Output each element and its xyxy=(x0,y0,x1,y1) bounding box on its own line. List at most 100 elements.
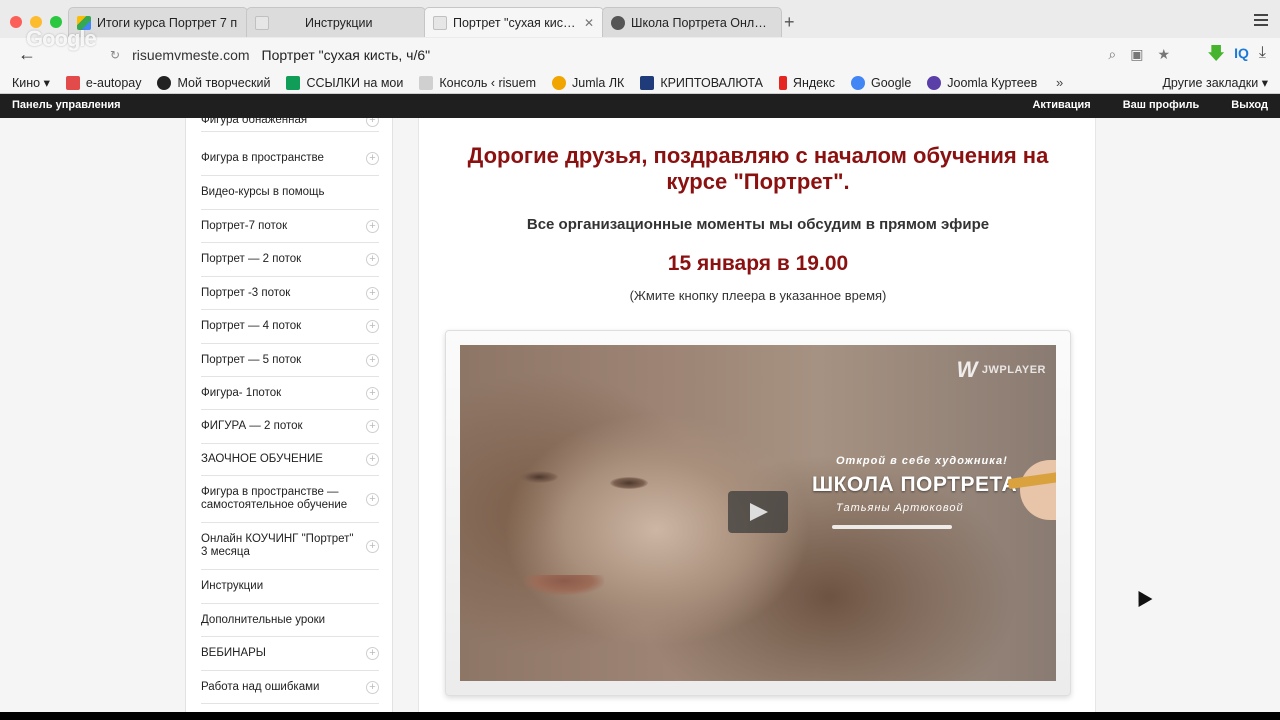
sidebar-item-label: Портрет -3 поток xyxy=(201,286,291,299)
sidebar-item[interactable]: Фигура в пространстве — самостоятельное … xyxy=(201,476,379,523)
tabs-menu-icon[interactable] xyxy=(1254,14,1268,26)
sidebar-item[interactable]: ВЕБИНАРЫ + xyxy=(201,637,379,671)
bookmark-item[interactable]: Joomla Куртеев xyxy=(927,75,1037,90)
tab-2[interactable]: Инструкции xyxy=(246,7,426,37)
bookmark-favicon-icon xyxy=(419,75,434,90)
jwplayer-logo: W JWPLAYER xyxy=(956,357,1046,382)
sidebar-item-label: Фигура в пространстве — самостоятельное … xyxy=(201,486,348,511)
sidebar-item-label: Фигура в пространстве xyxy=(201,152,324,164)
bookmark-item[interactable]: Консоль ‹ risuem xyxy=(419,75,536,90)
portrait-eye xyxy=(520,471,558,483)
sidebar-item[interactable]: ЗАОЧНОЕ ОБУЧЕНИЕ + xyxy=(201,444,379,476)
expand-plus-icon[interactable]: + xyxy=(366,152,379,165)
bookmark-item[interactable]: Яндекс xyxy=(778,75,835,90)
logout-link[interactable]: Выход xyxy=(1231,99,1268,111)
sidebar-item[interactable]: Портрет-7 поток + xyxy=(201,210,379,243)
page-body: Фигура обнаженная + Фигура в пространстве +… xyxy=(0,118,1280,712)
bookmark-item[interactable]: Мой творческий xyxy=(157,75,270,90)
site-favicon-icon xyxy=(611,15,625,30)
expand-plus-icon[interactable]: + xyxy=(366,253,379,266)
expand-plus-icon[interactable]: + xyxy=(366,492,379,506)
sidebar-item-label: Портрет — 2 поток xyxy=(201,253,302,265)
sidebar-item[interactable]: Портрет -3 поток + xyxy=(201,277,379,310)
expand-plus-icon[interactable]: + xyxy=(366,386,379,400)
other-bookmarks-button[interactable]: Другие закладки ▾ xyxy=(1162,75,1268,90)
sidebar-item[interactable]: Работа над ошибками + xyxy=(201,671,379,704)
expand-plus-icon[interactable]: + xyxy=(366,539,379,553)
site-favicon-icon xyxy=(433,15,447,30)
more-bookmarks-button[interactable]: » xyxy=(1056,75,1063,90)
sidebar-item[interactable]: Портрет — 4 поток + xyxy=(201,310,379,344)
close-tab-icon[interactable]: ✕ xyxy=(583,16,595,30)
main-content: Дорогие друзья, поздравляю с началом обу… xyxy=(418,118,1096,712)
expand-plus-icon[interactable]: + xyxy=(366,219,379,233)
url-title: Портрет "сухая кисть, ч/6" xyxy=(261,47,431,63)
extension-icon[interactable]: ▣ xyxy=(1130,46,1143,63)
expand-plus-icon[interactable]: + xyxy=(366,353,379,367)
expand-plus-icon[interactable]: + xyxy=(366,420,379,433)
sidebar-item[interactable]: Дополнительные уроки xyxy=(201,604,379,637)
sidebar-item[interactable]: Портрет — 5 поток + xyxy=(201,344,379,377)
downloader-extension-icon[interactable] xyxy=(1208,45,1225,61)
sidebar-item-label: ВЕБИНАРЫ xyxy=(201,647,266,659)
extension-bar: IQ ⤓ xyxy=(1208,44,1266,62)
sidebar-item[interactable]: Фигура- 1поток + xyxy=(201,377,379,410)
sidebar-item[interactable]: Инструкции xyxy=(201,570,379,604)
sidebar-item[interactable]: Портрет — 2 поток + xyxy=(201,243,379,277)
screen-bottom-edge xyxy=(0,712,1280,720)
address-bar[interactable]: ↻ risuemvmeste.com Портрет "сухая кисть,… xyxy=(102,43,1142,67)
dashboard-link[interactable]: Панель управления xyxy=(12,99,121,111)
sidebar-item[interactable]: Фигура в пространстве + xyxy=(201,142,379,176)
sidebar-item[interactable]: Фигура обнаженная + xyxy=(201,118,379,132)
expand-plus-icon[interactable]: + xyxy=(366,320,379,333)
browser-toolbar: ← ↻ risuemvmeste.com Портрет "сухая кист… xyxy=(0,38,1280,72)
url-host: risuemvmeste.com xyxy=(132,47,250,63)
sidebar-item[interactable]: Видео-курсы в помощь xyxy=(201,176,379,210)
sidebar-item-label: Инструкции xyxy=(201,580,264,592)
bookmark-item[interactable]: ССЫЛКИ на мои xyxy=(286,75,403,90)
play-button[interactable] xyxy=(728,491,788,533)
expand-plus-icon[interactable]: + xyxy=(366,647,379,660)
video-player[interactable]: W JWPLAYER Открой в себе художника! ШКОЛ… xyxy=(460,345,1056,681)
sidebar-item-label: Портрет — 4 поток xyxy=(201,320,302,332)
activation-link[interactable]: Активация xyxy=(1032,99,1090,111)
google-watermark: Google xyxy=(26,26,97,51)
admin-bar: Панель управления Активация Ваш профиль … xyxy=(0,94,1280,118)
bookmark-favicon-icon xyxy=(65,75,80,90)
search-icon[interactable]: ⌕ xyxy=(1108,46,1116,63)
page-headline: Дорогие друзья, поздравляю с началом обу… xyxy=(467,143,1049,194)
yandex-icon xyxy=(778,75,787,90)
omnibox-actions: ⌕ ▣ ★ xyxy=(1108,46,1170,63)
google-icon xyxy=(850,75,865,90)
sidebar-item[interactable]: ФИГУРА — 2 поток + xyxy=(201,410,379,444)
bookmark-item[interactable]: Google xyxy=(850,75,911,90)
bookmark-item[interactable]: Кино ▾ xyxy=(12,75,50,90)
promo-title: ШКОЛА ПОРТРЕТА xyxy=(812,473,1018,496)
sidebar-item-label: Портрет — 5 поток xyxy=(201,353,302,366)
sheets-icon xyxy=(286,75,301,90)
sidebar-item-label: Фигура- 1поток xyxy=(201,386,282,399)
expand-plus-icon[interactable]: + xyxy=(366,286,379,300)
sidebar-item-label: ФИГУРА — 2 поток xyxy=(201,420,303,432)
bookmark-favicon-icon xyxy=(640,75,655,90)
bookmark-item[interactable]: e-autopay xyxy=(65,75,141,90)
bookmark-item[interactable]: КРИПТОВАЛЮТА xyxy=(640,75,763,90)
event-note: (Жмите кнопку плеера в указанное время) xyxy=(629,288,887,303)
sidebar-menu: Фигура обнаженная + Фигура в пространстве +… xyxy=(185,118,393,712)
bookmark-item[interactable]: Jumla ЛК xyxy=(552,75,624,90)
star-icon[interactable]: ★ xyxy=(1157,46,1170,63)
tab-3-active[interactable]: Портрет "сухая кисть, ч ✕ xyxy=(424,7,604,37)
download-icon[interactable]: ⤓ xyxy=(1259,44,1266,62)
joomla-icon xyxy=(552,75,566,90)
new-tab-button[interactable]: + xyxy=(784,12,795,33)
expand-plus-icon[interactable]: + xyxy=(366,680,379,694)
reload-icon[interactable]: ↻ xyxy=(110,48,120,62)
tab-4[interactable]: Школа Портрета Онлайн xyxy=(602,7,782,37)
sidebar-item-label: ЗАОЧНОЕ ОБУЧЕНИЕ xyxy=(201,453,323,465)
video-player-frame: W JWPLAYER Открой в себе художника! ШКОЛ… xyxy=(445,330,1071,696)
iq-extension-icon[interactable]: IQ xyxy=(1234,45,1249,61)
profile-link[interactable]: Ваш профиль xyxy=(1123,99,1200,111)
sidebar-item[interactable]: Онлайн КОУЧИНГ "Портрет" 3 месяца + xyxy=(201,523,379,570)
close-window-button[interactable] xyxy=(10,16,22,28)
expand-plus-icon[interactable]: + xyxy=(366,453,379,466)
